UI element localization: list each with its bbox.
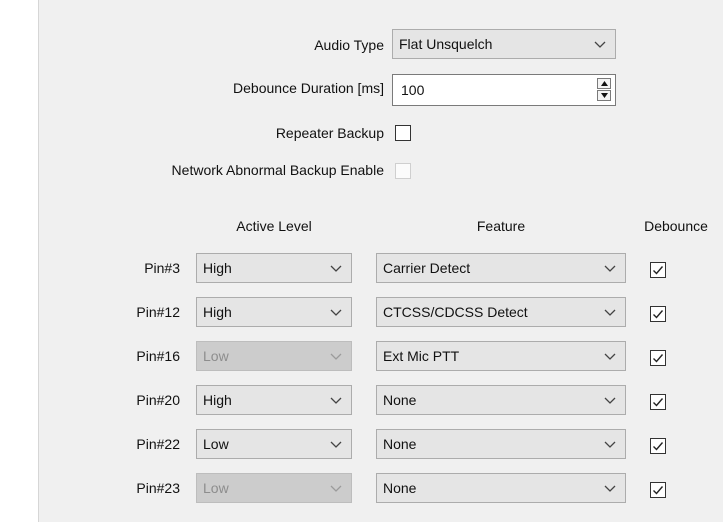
spin-down-button[interactable] [597, 90, 611, 101]
active-level-select[interactable]: High [196, 385, 352, 415]
triangle-up-icon [601, 81, 608, 86]
active-level-value: Low [203, 436, 229, 452]
spin-buttons [597, 78, 611, 102]
chevron-down-icon [330, 353, 342, 360]
feature-value: Ext Mic PTT [383, 348, 460, 364]
feature-value: Carrier Detect [383, 260, 471, 276]
checkmark-icon [653, 486, 664, 495]
chevron-down-icon [330, 441, 342, 448]
pin-label: Pin#16 [136, 348, 180, 364]
active-level-value: High [203, 392, 232, 408]
debounce-duration-label: Debounce Duration [ms] [233, 80, 384, 96]
debounce-duration-spinbox[interactable]: 100 [392, 74, 616, 106]
active-level-value: Low [203, 480, 229, 496]
feature-value: None [383, 480, 417, 496]
column-header-active-level: Active Level [236, 218, 312, 234]
feature-value: None [383, 436, 417, 452]
active-level-value: Low [203, 348, 229, 364]
audio-type-select[interactable]: Flat Unsquelch [392, 29, 616, 59]
chevron-down-icon [604, 485, 616, 492]
pin-label: Pin#20 [136, 392, 180, 408]
checkmark-icon [653, 310, 664, 319]
left-border-area [0, 0, 39, 522]
pin-label: Pin#3 [144, 260, 180, 276]
checkmark-icon [653, 354, 664, 363]
triangle-down-icon [601, 93, 608, 98]
repeater-backup-checkbox[interactable] [395, 125, 411, 141]
pin-label: Pin#23 [136, 480, 180, 496]
spin-up-button[interactable] [597, 78, 611, 89]
active-level-select[interactable]: High [196, 253, 352, 283]
column-header-feature: Feature [476, 218, 526, 234]
chevron-down-icon [330, 397, 342, 404]
active-level-select[interactable]: Low [196, 341, 352, 371]
debounce-checkbox[interactable] [650, 306, 666, 322]
chevron-down-icon [330, 265, 342, 272]
feature-select[interactable]: None [376, 385, 626, 415]
checkmark-icon [653, 398, 664, 407]
active-level-select[interactable]: High [196, 297, 352, 327]
debounce-checkbox[interactable] [650, 394, 666, 410]
chevron-down-icon [330, 309, 342, 316]
audio-type-label: Audio Type [314, 37, 384, 53]
chevron-down-icon [604, 353, 616, 360]
debounce-checkbox[interactable] [650, 438, 666, 454]
feature-select[interactable]: Ext Mic PTT [376, 341, 626, 371]
feature-select[interactable]: Carrier Detect [376, 253, 626, 283]
repeater-backup-label: Repeater Backup [275, 125, 384, 141]
debounce-checkbox[interactable] [650, 262, 666, 278]
network-abnormal-backup-label: Network Abnormal Backup Enable [171, 162, 384, 178]
feature-value: None [383, 392, 417, 408]
active-level-select[interactable]: Low [196, 473, 352, 503]
chevron-down-icon [604, 441, 616, 448]
active-level-select[interactable]: Low [196, 429, 352, 459]
chevron-down-icon [330, 485, 342, 492]
column-header-debounce: Debounce [644, 218, 708, 234]
checkmark-icon [653, 266, 664, 275]
chevron-down-icon [604, 309, 616, 316]
debounce-checkbox[interactable] [650, 350, 666, 366]
feature-select[interactable]: CTCSS/CDCSS Detect [376, 297, 626, 327]
feature-select[interactable]: None [376, 473, 626, 503]
feature-select[interactable]: None [376, 429, 626, 459]
active-level-value: High [203, 260, 232, 276]
network-abnormal-backup-checkbox[interactable] [395, 163, 411, 179]
chevron-down-icon [604, 265, 616, 272]
debounce-checkbox[interactable] [650, 482, 666, 498]
debounce-duration-value: 100 [401, 82, 425, 98]
feature-value: CTCSS/CDCSS Detect [383, 304, 528, 320]
checkmark-icon [653, 442, 664, 451]
pin-label: Pin#12 [136, 304, 180, 320]
audio-type-value: Flat Unsquelch [399, 36, 493, 52]
chevron-down-icon [594, 41, 606, 48]
active-level-value: High [203, 304, 232, 320]
chevron-down-icon [604, 397, 616, 404]
pin-label: Pin#22 [136, 436, 180, 452]
